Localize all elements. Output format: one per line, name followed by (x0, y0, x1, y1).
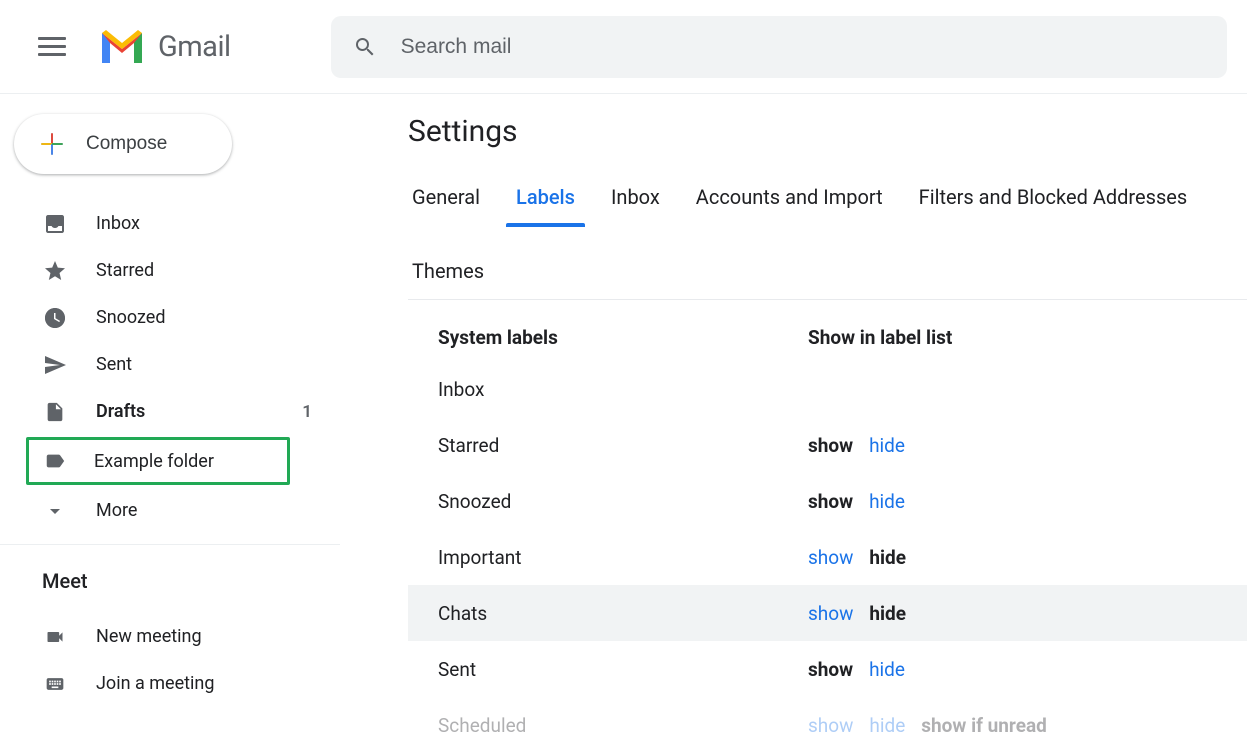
chevron-down-icon (42, 499, 68, 523)
inbox-icon (42, 212, 68, 236)
labels-table-header: System labels Show in label list (408, 314, 1247, 361)
label-row-sent: Sent show hide (408, 641, 1247, 697)
meet-list: New meeting Join a meeting (0, 605, 340, 707)
sidebar-item-drafts[interactable]: Drafts 1 (0, 388, 340, 435)
send-icon (42, 353, 68, 377)
sidebar-item-starred[interactable]: Starred (0, 247, 340, 294)
search-bar[interactable] (331, 16, 1227, 78)
tab-labels[interactable]: Labels (512, 171, 579, 225)
col-system-labels: System labels (438, 326, 808, 349)
search-icon (353, 35, 377, 59)
label-row-scheduled: Scheduled show hide show if unread (408, 697, 1247, 753)
scheduled-show[interactable]: show (808, 714, 853, 737)
label-row-chats: Chats show hide (408, 585, 1247, 641)
app-header: Gmail (0, 0, 1247, 94)
scheduled-hide[interactable]: hide (869, 714, 905, 737)
label-row-important: Important show hide (408, 529, 1247, 585)
scheduled-show-if-unread[interactable]: show if unread (921, 714, 1047, 737)
search-input[interactable] (399, 34, 1205, 60)
nav-list: Inbox Starred Snoozed Sent (0, 192, 340, 534)
tab-general[interactable]: General (408, 171, 484, 225)
compose-label: Compose (86, 133, 167, 155)
video-icon (42, 625, 68, 649)
important-hide[interactable]: hide (869, 546, 906, 569)
chats-show[interactable]: show (808, 602, 853, 625)
sent-hide[interactable]: hide (869, 658, 905, 681)
divider (0, 544, 340, 545)
clock-icon (42, 306, 68, 330)
sidebar-item-new-meeting[interactable]: New meeting (0, 613, 340, 660)
tab-accounts-import[interactable]: Accounts and Import (692, 171, 887, 225)
sidebar-item-sent[interactable]: Sent (0, 341, 340, 388)
compose-button[interactable]: Compose (14, 114, 232, 174)
sidebar-item-snoozed[interactable]: Snoozed (0, 294, 340, 341)
settings-tabs: General Labels Inbox Accounts and Import… (408, 171, 1247, 300)
gmail-m-icon (98, 29, 146, 65)
sent-show[interactable]: show (808, 658, 853, 681)
star-icon (42, 259, 68, 283)
label-icon (42, 449, 68, 473)
file-icon (42, 400, 68, 424)
sidebar-item-more[interactable]: More (0, 487, 340, 534)
main-content: Settings General Labels Inbox Accounts a… (340, 94, 1247, 753)
main-menu-button[interactable] (38, 32, 68, 62)
keyboard-icon (42, 672, 68, 696)
sidebar-item-inbox[interactable]: Inbox (0, 200, 340, 247)
col-show-in-list: Show in label list (808, 326, 1247, 349)
tab-filters-blocked[interactable]: Filters and Blocked Addresses (915, 171, 1192, 225)
label-row-starred: Starred show hide (408, 417, 1247, 473)
gmail-logo[interactable]: Gmail (98, 29, 231, 65)
sidebar-item-example-folder[interactable]: Example folder (26, 437, 290, 485)
labels-table: System labels Show in label list Inbox S… (408, 314, 1247, 753)
sidebar: Compose Inbox Starred Snoozed (0, 94, 340, 753)
meet-section-title: Meet (0, 557, 340, 605)
sidebar-item-join-meeting[interactable]: Join a meeting (0, 660, 340, 707)
tab-inbox[interactable]: Inbox (607, 171, 664, 225)
snoozed-show[interactable]: show (808, 490, 853, 513)
important-show[interactable]: show (808, 546, 853, 569)
page-title: Settings (408, 114, 1247, 149)
gmail-text: Gmail (158, 30, 231, 64)
tab-themes[interactable]: Themes (408, 245, 488, 299)
label-row-snoozed: Snoozed show hide (408, 473, 1247, 529)
starred-hide[interactable]: hide (869, 434, 905, 457)
plus-icon (36, 128, 68, 160)
snoozed-hide[interactable]: hide (869, 490, 905, 513)
chats-hide[interactable]: hide (869, 602, 906, 625)
label-row-inbox: Inbox (408, 361, 1247, 417)
starred-show[interactable]: show (808, 434, 853, 457)
